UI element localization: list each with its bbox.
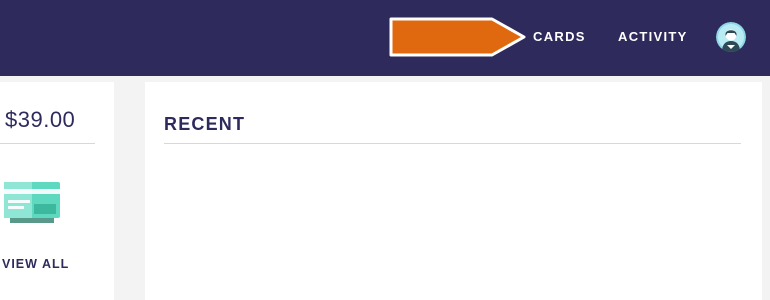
recent-divider <box>164 143 741 144</box>
recent-heading: RECENT <box>164 114 246 134</box>
arrow-pointer-icon <box>389 17 526 57</box>
user-avatar-icon[interactable] <box>716 22 746 52</box>
balance-divider <box>0 143 95 144</box>
nav-link-activity[interactable]: ACTIVITY <box>618 30 688 44</box>
credit-card-icon <box>4 182 60 223</box>
balance-amount: $39.00 <box>5 107 76 132</box>
nav-link-cards[interactable]: CARDS <box>533 30 586 44</box>
top-navigation-bar: CARDS ACTIVITY <box>0 0 770 76</box>
view-all-link[interactable]: VIEW ALL <box>2 257 69 271</box>
